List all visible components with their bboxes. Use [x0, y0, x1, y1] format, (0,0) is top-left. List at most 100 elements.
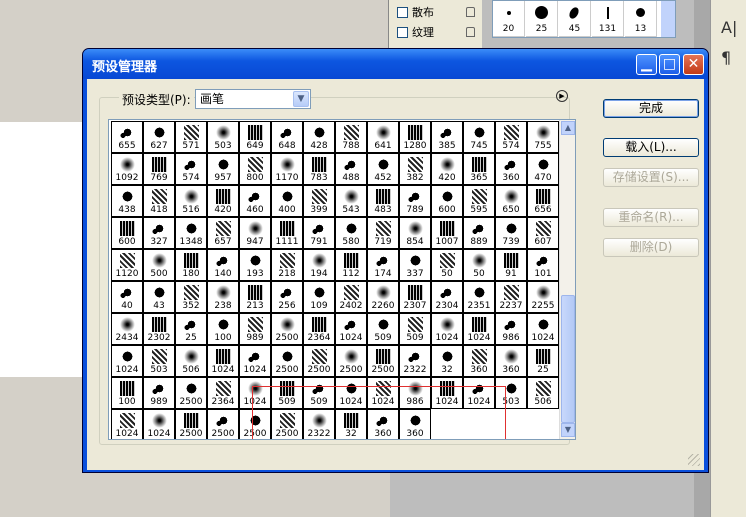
brush-preset-cell[interactable]: 327 — [143, 217, 175, 249]
brush-preset-cell[interactable]: 2434 — [111, 313, 143, 345]
brush-thumb[interactable]: 25 — [526, 1, 558, 37]
brush-preset-cell[interactable]: 365 — [463, 153, 495, 185]
brush-preset-cell[interactable]: 503 — [207, 121, 239, 153]
brush-preset-cell[interactable]: 989 — [143, 377, 175, 409]
brush-preset-cell[interactable]: 2364 — [303, 313, 335, 345]
brush-preset-cell[interactable]: 2304 — [431, 281, 463, 313]
brush-preset-cell[interactable]: 1024 — [463, 313, 495, 345]
brush-preset-cell[interactable]: 420 — [431, 153, 463, 185]
paragraph-icon[interactable]: ¶ — [721, 48, 731, 67]
brush-thumb[interactable]: 13 — [625, 1, 657, 37]
brush-preset-cell[interactable]: 769 — [143, 153, 175, 185]
brush-preset-cell[interactable]: 40 — [111, 281, 143, 313]
brush-preset-cell[interactable]: 43 — [143, 281, 175, 313]
brush-preset-cell[interactable]: 1348 — [175, 217, 207, 249]
brush-preset-cell[interactable]: 91 — [495, 249, 527, 281]
brush-preset-cell[interactable]: 100 — [207, 313, 239, 345]
brush-preset-cell[interactable]: 213 — [239, 281, 271, 313]
brush-preset-cell[interactable]: 745 — [463, 121, 495, 153]
brush-preset-cell[interactable]: 2402 — [335, 281, 367, 313]
brush-preset-cell[interactable]: 2322 — [399, 345, 431, 377]
brush-preset-cell[interactable]: 256 — [271, 281, 303, 313]
brush-preset-cell[interactable]: 1007 — [431, 217, 463, 249]
character-icon[interactable]: A| — [721, 18, 737, 37]
brush-preset-cell[interactable]: 2500 — [175, 377, 207, 409]
brush-preset-cell[interactable]: 1092 — [111, 153, 143, 185]
brush-preset-cell[interactable]: 509 — [367, 313, 399, 345]
brush-preset-cell[interactable]: 2500 — [207, 409, 239, 439]
brush-preset-cell[interactable]: 574 — [495, 121, 527, 153]
brush-preset-cell[interactable]: 109 — [303, 281, 335, 313]
delete-button[interactable]: 删除(D) — [603, 238, 699, 257]
brush-preset-cell[interactable]: 607 — [527, 217, 559, 249]
brush-preset-cell[interactable]: 1024 — [111, 409, 143, 439]
brush-preset-cell[interactable]: 2237 — [495, 281, 527, 313]
brush-preset-cell[interactable]: 789 — [399, 185, 431, 217]
brush-preset-cell[interactable]: 2260 — [367, 281, 399, 313]
lock-icon[interactable] — [466, 7, 475, 17]
brush-preset-cell[interactable]: 352 — [175, 281, 207, 313]
brush-preset-cell[interactable]: 657 — [207, 217, 239, 249]
brush-preset-cell[interactable]: 656 — [527, 185, 559, 217]
brush-thumb[interactable]: 131 — [592, 1, 624, 37]
brush-preset-cell[interactable]: 488 — [335, 153, 367, 185]
brush-preset-cell[interactable]: 2500 — [335, 345, 367, 377]
brush-preset-cell[interactable]: 889 — [463, 217, 495, 249]
brush-preset-cell[interactable]: 180 — [175, 249, 207, 281]
brush-preset-cell[interactable]: 783 — [303, 153, 335, 185]
preset-type-select[interactable]: 画笔 ▼ — [195, 89, 311, 109]
maximize-button[interactable]: □ — [659, 54, 680, 75]
brush-preset-cell[interactable]: 571 — [175, 121, 207, 153]
brush-preset-cell[interactable]: 452 — [367, 153, 399, 185]
brush-preset-cell[interactable]: 1024 — [207, 345, 239, 377]
option-scatter[interactable]: 散布 — [397, 4, 479, 20]
texture-checkbox[interactable] — [397, 26, 408, 38]
brush-preset-cell[interactable]: 600 — [111, 217, 143, 249]
vertical-scrollbar[interactable]: ▲ ▼ — [559, 120, 575, 439]
brush-preset-cell[interactable]: 385 — [431, 121, 463, 153]
brush-preset-cell[interactable]: 1170 — [271, 153, 303, 185]
brush-preset-cell[interactable]: 382 — [399, 153, 431, 185]
brush-preset-cell[interactable]: 543 — [335, 185, 367, 217]
brush-preset-cell[interactable]: 194 — [303, 249, 335, 281]
scroll-down-arrow-icon[interactable]: ▼ — [561, 423, 575, 437]
brush-preset-cell[interactable]: 655 — [111, 121, 143, 153]
brush-preset-cell[interactable]: 1024 — [143, 409, 175, 439]
brush-preset-cell[interactable]: 2307 — [399, 281, 431, 313]
brush-preset-cell[interactable]: 2500 — [367, 345, 399, 377]
resize-grip[interactable] — [688, 454, 700, 466]
brush-preset-cell[interactable]: 438 — [111, 185, 143, 217]
brush-preset-cell[interactable]: 989 — [239, 313, 271, 345]
lock-icon[interactable] — [466, 27, 475, 37]
brush-preset-cell[interactable]: 360 — [495, 153, 527, 185]
brush-preset-cell[interactable]: 428 — [303, 121, 335, 153]
brush-preset-cell[interactable]: 2500 — [271, 313, 303, 345]
brush-preset-cell[interactable]: 947 — [239, 217, 271, 249]
brush-preset-cell[interactable]: 2500 — [303, 345, 335, 377]
brush-preset-cell[interactable]: 854 — [399, 217, 431, 249]
brush-preset-cell[interactable]: 460 — [239, 185, 271, 217]
brush-preset-cell[interactable]: 788 — [335, 121, 367, 153]
brush-preset-cell[interactable]: 337 — [399, 249, 431, 281]
rename-button[interactable]: 重命名(R)... — [603, 208, 699, 227]
brush-preset-cell[interactable]: 32 — [431, 345, 463, 377]
brush-preset-cell[interactable]: 418 — [143, 185, 175, 217]
scatter-checkbox[interactable] — [397, 6, 408, 18]
brush-preset-cell[interactable]: 650 — [495, 185, 527, 217]
brush-preset-cell[interactable]: 2351 — [463, 281, 495, 313]
brush-preset-cell[interactable]: 641 — [367, 121, 399, 153]
minimize-button[interactable]: ▁ — [636, 54, 657, 75]
close-button[interactable]: ✕ — [683, 54, 704, 75]
option-texture[interactable]: 纹理 — [397, 24, 479, 40]
brush-preset-cell[interactable]: 739 — [495, 217, 527, 249]
brush-preset-cell[interactable]: 360 — [495, 345, 527, 377]
brush-preset-cell[interactable]: 1024 — [431, 313, 463, 345]
brush-preset-cell[interactable]: 1024 — [527, 313, 559, 345]
brush-preset-cell[interactable]: 800 — [239, 153, 271, 185]
brush-preset-cell[interactable]: 1280 — [399, 121, 431, 153]
brush-preset-cell[interactable]: 2255 — [527, 281, 559, 313]
brush-preset-cell[interactable]: 755 — [527, 121, 559, 153]
brush-preset-cell[interactable]: 1024 — [239, 345, 271, 377]
brush-preset-cell[interactable]: 25 — [527, 345, 559, 377]
brush-preset-cell[interactable]: 1111 — [271, 217, 303, 249]
